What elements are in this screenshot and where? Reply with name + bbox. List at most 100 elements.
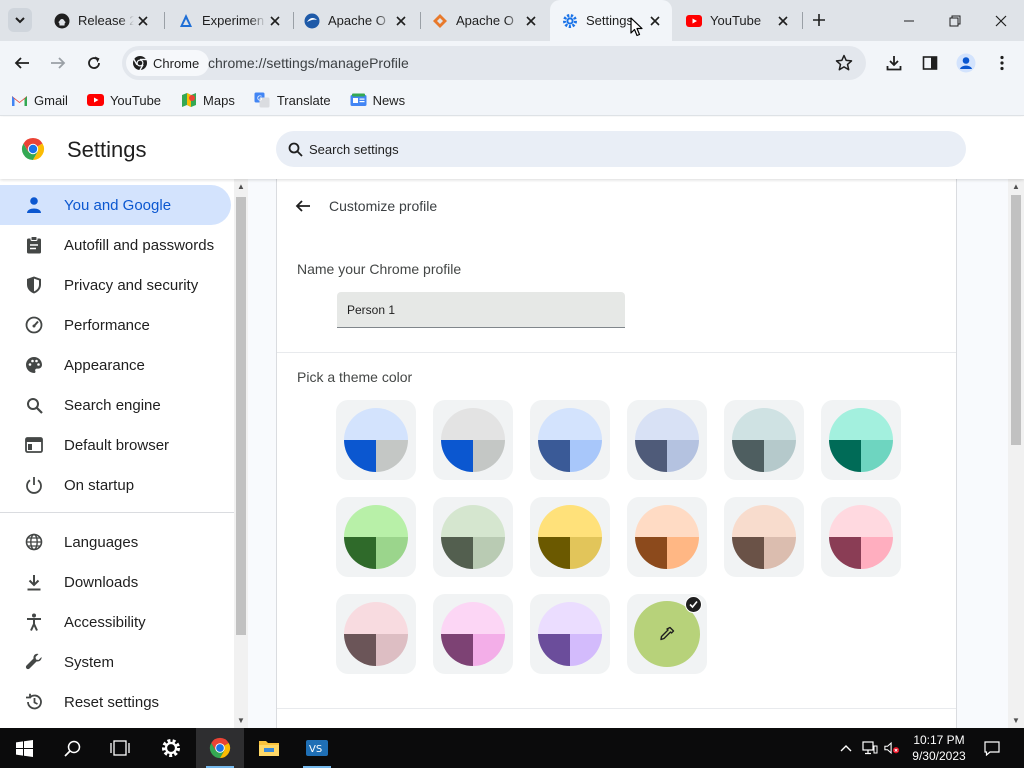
- theme-swatch[interactable]: [627, 497, 707, 577]
- tab-youtube[interactable]: YouTube: [674, 0, 800, 41]
- theme-swatch[interactable]: [530, 497, 610, 577]
- theme-swatch[interactable]: [821, 400, 901, 480]
- bookmark-label: Gmail: [34, 92, 68, 108]
- eyedropper-icon: [660, 626, 675, 641]
- sidebar-item-performance[interactable]: Performance: [0, 305, 231, 345]
- task-view-button[interactable]: [96, 728, 144, 768]
- card-title: Customize profile: [329, 198, 438, 214]
- theme-swatch[interactable]: [821, 497, 901, 577]
- close-tab-icon[interactable]: [134, 12, 152, 30]
- sidebar-item-label: Performance: [64, 316, 150, 334]
- browser-window-icon: [23, 434, 45, 456]
- sidebar-item-autofill[interactable]: Autofill and passwords: [0, 225, 231, 265]
- theme-swatch[interactable]: [530, 400, 610, 480]
- restore-button[interactable]: [932, 0, 978, 41]
- sidebar-scrollbar-thumb[interactable]: [236, 197, 246, 635]
- close-tab-icon[interactable]: [266, 12, 284, 30]
- address-bar[interactable]: Chrome chrome://settings/manageProfile: [122, 46, 866, 80]
- sidebar-item-system[interactable]: System: [0, 642, 231, 682]
- close-tab-icon[interactable]: [522, 12, 540, 30]
- tab-apache-2[interactable]: Apache O: [420, 0, 548, 41]
- tab-title: Experimen: [202, 13, 265, 28]
- network-icon[interactable]: [862, 740, 878, 756]
- chrome-menu-button[interactable]: [986, 47, 1018, 79]
- bookmark-translate[interactable]: G Translate: [254, 92, 331, 109]
- forward-arrow-icon: [51, 57, 66, 69]
- theme-swatch[interactable]: [336, 400, 416, 480]
- section-divider: [277, 708, 956, 709]
- plus-icon: [813, 14, 825, 26]
- theme-swatch[interactable]: [433, 400, 513, 480]
- sidebar-item-default-browser[interactable]: Default browser: [0, 425, 231, 465]
- sidebar-item-downloads[interactable]: Downloads: [0, 562, 231, 602]
- side-panel-button[interactable]: [914, 47, 946, 79]
- chevron-down-icon: [15, 17, 25, 24]
- profile-name-input[interactable]: [337, 292, 625, 328]
- sidebar-item-accessibility[interactable]: Accessibility: [0, 602, 231, 642]
- theme-swatch[interactable]: [433, 594, 513, 674]
- theme-swatch-custom[interactable]: [627, 594, 707, 674]
- system-clock[interactable]: 10:17 PM 9/30/2023: [908, 732, 970, 764]
- bookmark-news[interactable]: News: [350, 92, 405, 109]
- tab-experiment[interactable]: Experimen: [166, 0, 292, 41]
- sidebar-item-on-startup[interactable]: On startup: [0, 465, 231, 505]
- tab-search-button[interactable]: [8, 8, 32, 32]
- new-tab-button[interactable]: [808, 9, 830, 31]
- forward-button[interactable]: [42, 47, 74, 79]
- shield-icon: [23, 274, 45, 296]
- theme-swatch[interactable]: [336, 497, 416, 577]
- site-info-chip[interactable]: Chrome: [126, 50, 210, 76]
- theme-swatch[interactable]: [433, 497, 513, 577]
- back-button[interactable]: [6, 47, 38, 79]
- news-icon: [350, 92, 367, 109]
- downloads-button[interactable]: [878, 47, 910, 79]
- close-tab-icon[interactable]: [392, 12, 410, 30]
- profile-button[interactable]: [950, 47, 982, 79]
- sidebar-item-appearance[interactable]: Appearance: [0, 345, 231, 385]
- taskbar-chrome-app[interactable]: [196, 728, 244, 768]
- theme-swatch[interactable]: [724, 497, 804, 577]
- theme-swatch[interactable]: [627, 400, 707, 480]
- tab-settings[interactable]: Settings: [550, 0, 672, 41]
- close-tab-icon[interactable]: [774, 12, 792, 30]
- bookmark-star-icon[interactable]: [834, 53, 854, 73]
- close-window-button[interactable]: [978, 0, 1024, 41]
- sidebar-item-reset-settings[interactable]: Reset settings: [0, 682, 231, 722]
- minimize-button[interactable]: [886, 0, 932, 41]
- bookmark-youtube[interactable]: YouTube: [86, 92, 161, 109]
- notifications-icon[interactable]: [984, 740, 1000, 756]
- bookmark-maps[interactable]: Maps: [180, 92, 235, 109]
- tab-github[interactable]: Release 2.: [42, 0, 160, 41]
- chevron-up-icon[interactable]: [838, 740, 854, 756]
- page-scrollbar-thumb[interactable]: [1011, 195, 1021, 445]
- sidebar-item-label: Search engine: [64, 396, 161, 414]
- theme-swatch[interactable]: [724, 400, 804, 480]
- close-tab-icon[interactable]: [646, 12, 664, 30]
- sidebar-scrollbar[interactable]: ▲ ▼: [234, 179, 248, 728]
- back-button[interactable]: [293, 196, 313, 216]
- url-text[interactable]: chrome://settings/manageProfile: [208, 55, 409, 71]
- taskbar-vscode-app[interactable]: VS: [293, 728, 341, 768]
- search-input[interactable]: [309, 141, 909, 157]
- close-icon: [995, 15, 1007, 26]
- power-icon: [23, 474, 45, 496]
- theme-swatch[interactable]: [530, 594, 610, 674]
- taskbar-search-button[interactable]: [48, 728, 96, 768]
- taskbar-settings-app[interactable]: [147, 728, 195, 768]
- sidebar-item-you-and-google[interactable]: You and Google: [0, 185, 231, 225]
- bookmark-gmail[interactable]: Gmail: [11, 92, 68, 109]
- taskbar-file-explorer-app[interactable]: [245, 728, 293, 768]
- settings-search[interactable]: [276, 131, 966, 167]
- reload-button[interactable]: [78, 47, 110, 79]
- sidebar-item-privacy[interactable]: Privacy and security: [0, 265, 231, 305]
- theme-swatch-circle: [344, 505, 408, 569]
- start-button[interactable]: [0, 728, 48, 768]
- theme-swatch[interactable]: [336, 594, 416, 674]
- page-scrollbar[interactable]: ▲ ▼: [1008, 179, 1024, 728]
- volume-muted-icon[interactable]: [884, 740, 900, 756]
- tab-apache-1[interactable]: Apache O: [292, 0, 418, 41]
- profile-name-label: Name your Chrome profile: [297, 261, 462, 277]
- search-icon: [288, 142, 303, 157]
- sidebar-item-languages[interactable]: Languages: [0, 522, 231, 562]
- sidebar-item-search-engine[interactable]: Search engine: [0, 385, 231, 425]
